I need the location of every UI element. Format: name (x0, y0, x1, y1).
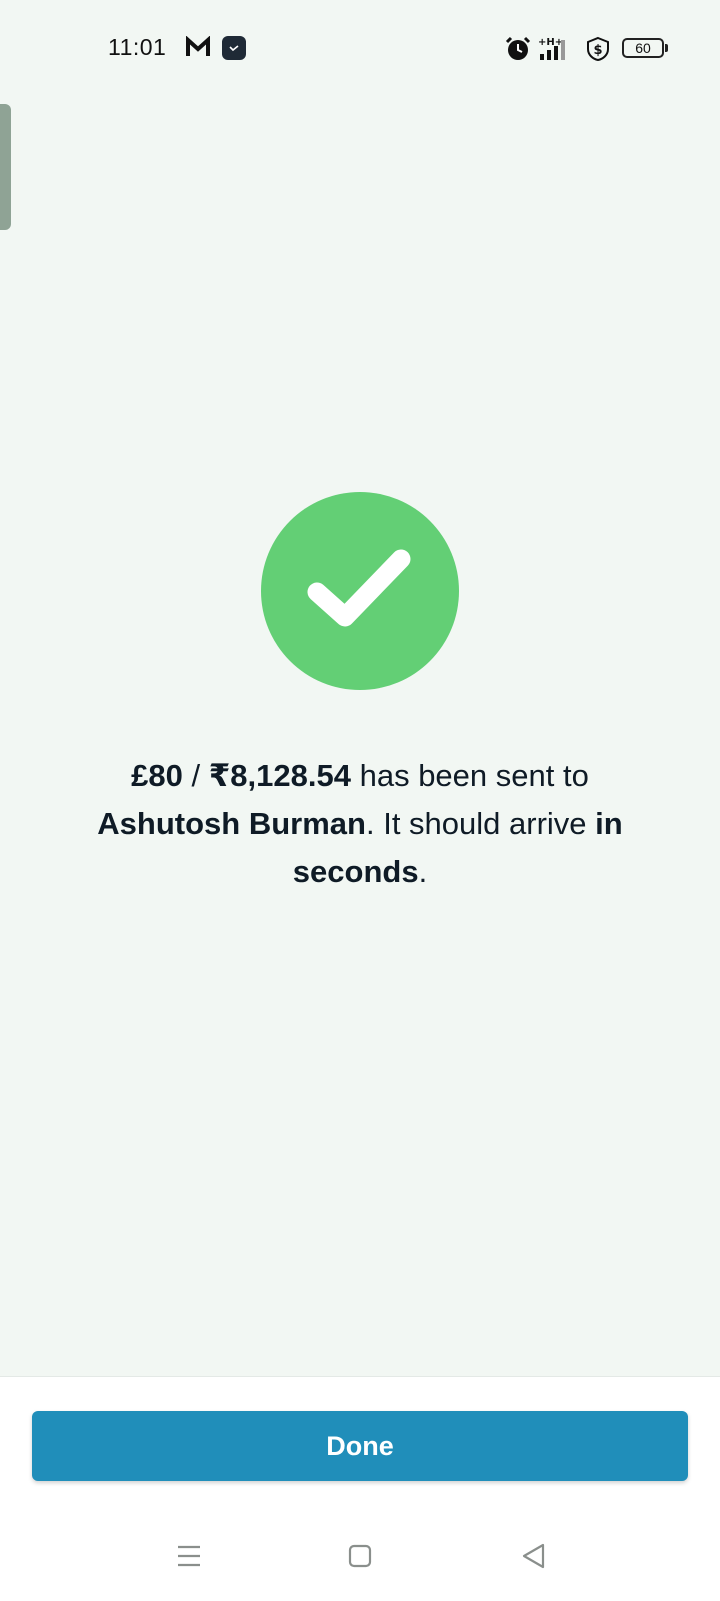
recipient-name: Ashutosh Burman (97, 806, 366, 841)
status-time: 11:01 (108, 34, 167, 60)
svg-text:$: $ (593, 43, 602, 58)
done-button[interactable]: Done (32, 1411, 688, 1481)
gmail-icon (186, 36, 210, 56)
system-nav-bar (0, 1520, 720, 1600)
signal-icon: +H+ (538, 37, 565, 60)
alarm-icon (505, 36, 531, 60)
arrive-text: . It should arrive (365, 806, 596, 841)
home-icon[interactable] (348, 1544, 372, 1568)
app-icon (222, 36, 246, 60)
message-end: . (418, 854, 428, 889)
menu-icon[interactable] (176, 1543, 202, 1569)
amount-separator: / (182, 758, 209, 793)
checkmark-icon (307, 549, 411, 627)
vpn-shield-icon: $ (587, 36, 609, 62)
amount-inr: ₹8,128.54 (208, 758, 351, 793)
battery-icon: 60 (622, 38, 668, 58)
back-icon[interactable] (520, 1542, 546, 1570)
svg-text:+H+: +H+ (538, 37, 563, 48)
success-check-badge (261, 492, 459, 690)
status-bar: 11:01 +H+ $ 60 (0, 0, 720, 96)
amount-gbp: £80 (131, 758, 183, 793)
sent-text: has been sent to (350, 758, 589, 793)
confirmation-message: £80 / ₹8,128.54 has been sent to Ashutos… (60, 752, 660, 896)
edge-panel-handle[interactable] (0, 104, 11, 230)
